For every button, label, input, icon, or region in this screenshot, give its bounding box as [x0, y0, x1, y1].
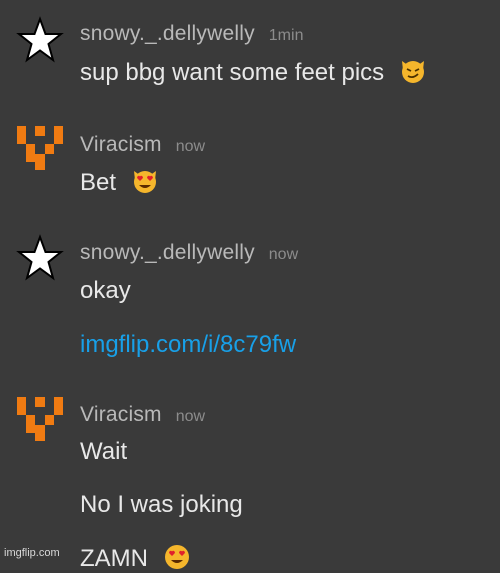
- message-line: ZAMN: [80, 545, 148, 572]
- smirking-cat-emoji: [401, 61, 424, 83]
- timestamp: now: [175, 138, 206, 155]
- heart-eyes-emoji: [164, 545, 189, 569]
- orange-pixel-logo[interactable]: [16, 395, 64, 443]
- star-icon[interactable]: [16, 234, 64, 282]
- timestamp: now: [268, 246, 299, 263]
- message-text: sup bbg want some feet pics: [80, 57, 427, 87]
- message-text: ZAMN: [80, 543, 191, 573]
- message-link[interactable]: imgflip.com/i/8c79fw: [80, 331, 296, 359]
- message-header: Viracism now: [80, 133, 205, 157]
- message-text: Wait: [80, 438, 127, 466]
- username[interactable]: Viracism: [80, 133, 162, 156]
- message-line: sup bbg want some feet pics: [80, 59, 385, 86]
- timestamp: 1min: [268, 27, 304, 44]
- link-text[interactable]: imgflip.com/i/8c79fw: [80, 331, 296, 358]
- imgflip-watermark: imgflip.com: [4, 547, 60, 559]
- message-text: Bet: [80, 167, 159, 197]
- heart-eyes-cat-emoji: [133, 171, 156, 193]
- username[interactable]: snowy._.dellywelly: [80, 22, 255, 45]
- message-text: okay: [80, 277, 131, 305]
- message-header: snowy._.dellywelly now: [80, 241, 298, 265]
- orange-pixel-logo[interactable]: [16, 124, 64, 172]
- username[interactable]: snowy._.dellywelly: [80, 241, 255, 264]
- message-line: Bet: [80, 169, 117, 196]
- message-line: Wait: [80, 438, 128, 465]
- message-header: snowy._.dellywelly 1min: [80, 22, 303, 46]
- star-icon[interactable]: [16, 16, 64, 64]
- username[interactable]: Viracism: [80, 403, 162, 426]
- message-line: okay: [80, 277, 131, 304]
- message-header: Viracism now: [80, 403, 205, 427]
- message-text: No I was joking: [80, 491, 243, 519]
- message-line: No I was joking: [80, 491, 243, 518]
- timestamp: now: [175, 408, 206, 425]
